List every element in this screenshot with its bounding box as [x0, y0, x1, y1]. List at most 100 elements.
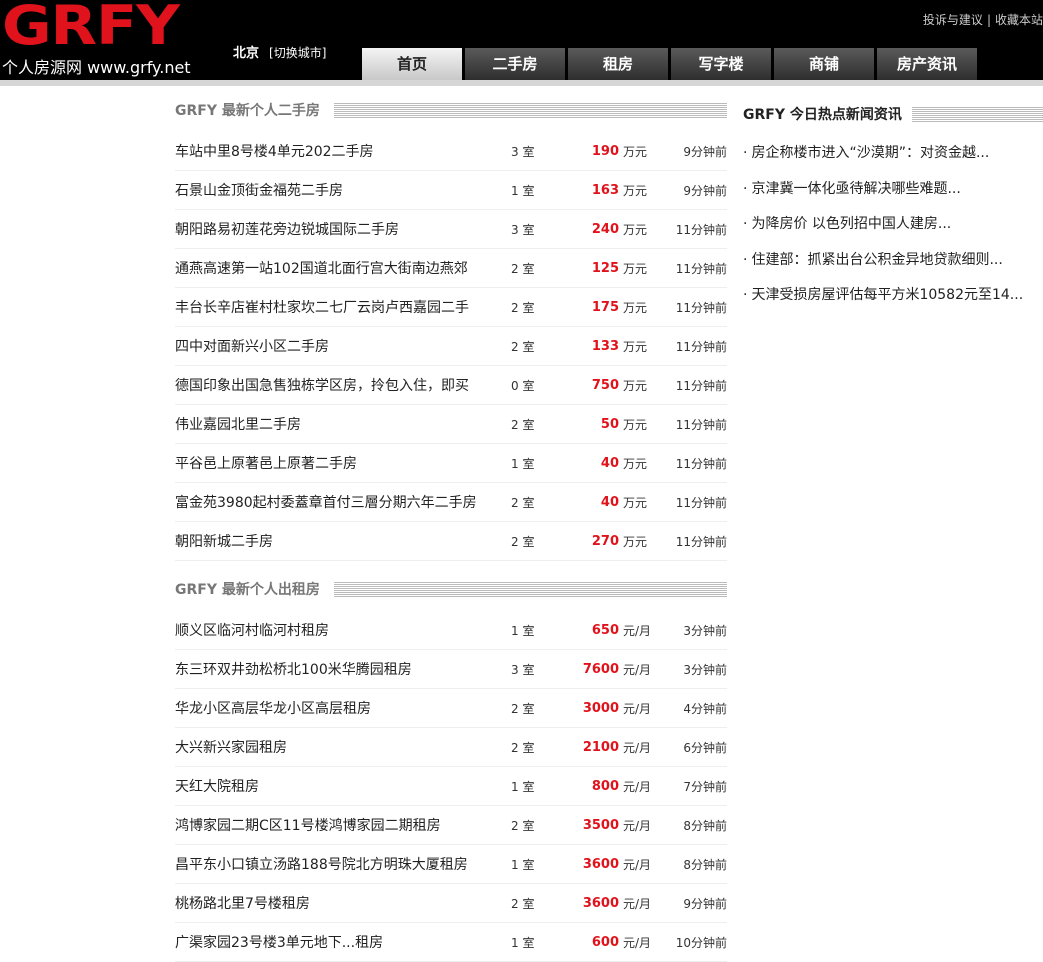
listing-price-unit: 元/月: [623, 896, 652, 911]
listing-row[interactable]: 朝阳新城二手房 2 室 270 万元 11分钟前: [175, 522, 727, 561]
nav-underline: [0, 80, 1043, 86]
news-item[interactable]: · 住建部：抓紧出台公积金异地贷款细则...: [743, 243, 1043, 279]
news-headline[interactable]: 为降房价 以色列招中国人建房...: [751, 216, 951, 232]
listing-row[interactable]: 天红大院租房 1 室 800 元/月 7分钟前: [175, 767, 727, 806]
listing-row[interactable]: 四中对面新兴小区二手房 2 室 133 万元 11分钟前: [175, 327, 727, 366]
news-headline[interactable]: 天津受损房屋评估每平方米10582元至14...: [751, 287, 1023, 303]
switch-city-link[interactable]: [切换城市]: [269, 46, 326, 60]
listing-time: 11分钟前: [675, 300, 727, 315]
listing-row[interactable]: 广渠家园23号楼3单元地下...租房 1 室 600 元/月 10分钟前: [175, 923, 727, 962]
listing-title[interactable]: 大兴新兴家园租房: [175, 737, 495, 757]
listing-row[interactable]: 通燕高速第一站102国道北面行宫大街南边燕郊 2 室 125 万元 11分钟前: [175, 249, 727, 288]
listing-title[interactable]: 广渠家园23号楼3单元地下...租房: [175, 932, 495, 952]
listing-row[interactable]: 昌平东小口镇立汤路188号院北方明珠大厦租房 1 室 3600 元/月 8分钟前: [175, 845, 727, 884]
news-item[interactable]: · 房企称楼市进入“沙漠期”：对资金越...: [743, 136, 1043, 172]
tab-home[interactable]: 首页: [362, 48, 462, 80]
listing-title[interactable]: 桃杨路北里7号楼租房: [175, 893, 495, 913]
listing-row[interactable]: 伟业嘉园北里二手房 2 室 50 万元 11分钟前: [175, 405, 727, 444]
listing-row[interactable]: 德国印象出国急售独栋学区房，拎包入住，即买 0 室 750 万元 11分钟前: [175, 366, 727, 405]
listing-title[interactable]: 华龙小区高层华龙小区高层租房: [175, 698, 495, 718]
listing-row[interactable]: 大兴新兴家园租房 2 室 2100 元/月 6分钟前: [175, 728, 727, 767]
news-item[interactable]: · 为降房价 以色列招中国人建房...: [743, 207, 1043, 243]
listing-title[interactable]: 顺义区临河村临河村租房: [175, 620, 495, 640]
listing-rooms: 1 室: [511, 456, 535, 471]
section-divider: [333, 102, 727, 118]
news-item[interactable]: · 天津受损房屋评估每平方米10582元至14...: [743, 278, 1043, 314]
tab-second-hand[interactable]: 二手房: [465, 48, 565, 80]
listing-row[interactable]: 鸿博家园二期C区11号楼鸿博家园二期租房 2 室 3500 元/月 8分钟前: [175, 806, 727, 845]
listing-title[interactable]: 石景山金顶街金福苑二手房: [175, 180, 495, 200]
tab-shop[interactable]: 商铺: [774, 48, 874, 80]
listing-title[interactable]: 天红大院租房: [175, 776, 495, 796]
listing-title[interactable]: 车站中里8号楼4单元202二手房: [175, 141, 495, 161]
site-header: GRFY 个人房源网 www.grfy.net 北京 [切换城市] 投诉与建议 | 收…: [0, 0, 1043, 80]
listing-row[interactable]: 顺义区临河村临河村租房 1 室 650 元/月 3分钟前: [175, 611, 727, 650]
listing-rooms: 1 室: [511, 623, 535, 638]
rent-list: 顺义区临河村临河村租房 1 室 650 元/月 3分钟前东三环双井劲松桥北100米华腾园…: [175, 611, 727, 962]
listing-price: 800: [591, 778, 619, 794]
listing-row[interactable]: 富金苑3980起村委蓋章首付三層分期六年二手房 2 室 40 万元 11分钟前: [175, 483, 727, 522]
listing-price-unit: 万元: [623, 495, 648, 510]
listing-time: 9分钟前: [683, 896, 727, 911]
news-headline[interactable]: 房企称楼市进入“沙漠期”：对资金越...: [751, 145, 989, 161]
listing-row[interactable]: 车站中里8号楼4单元202二手房 3 室 190 万元 9分钟前: [175, 132, 727, 171]
listing-price: 2100: [582, 739, 619, 755]
listing-price-unit: 元/月: [623, 779, 652, 794]
listing-title[interactable]: 东三环双井劲松桥北100米华腾园租房: [175, 659, 495, 679]
listing-rooms: 3 室: [511, 144, 535, 159]
listing-rooms: 1 室: [511, 857, 535, 872]
news-sidebar: GRFY 今日热点新闻资讯 · 房企称楼市进入“沙漠期”：对资金越... · 京津冀一…: [743, 100, 1043, 314]
listing-row[interactable]: 东三环双井劲松桥北100米华腾园租房 3 室 7600 元/月 3分钟前: [175, 650, 727, 689]
listing-time: 11分钟前: [675, 495, 727, 510]
bullet-icon: ·: [743, 145, 748, 161]
listing-price-unit: 万元: [623, 261, 648, 276]
listing-time: 9分钟前: [683, 144, 727, 159]
city-selector: 北京 [切换城市]: [233, 42, 326, 61]
listing-title[interactable]: 通燕高速第一站102国道北面行宫大街南边燕郊: [175, 258, 495, 278]
listing-time: 11分钟前: [675, 534, 727, 549]
listing-time: 11分钟前: [675, 222, 727, 237]
feedback-link[interactable]: 投诉与建议: [923, 13, 983, 27]
listing-title[interactable]: 丰台长辛店崔村杜家坎二七厂云岗卢西嘉园二手: [175, 297, 495, 317]
site-logo[interactable]: GRFY 个人房源网 www.grfy.net: [0, 0, 200, 80]
news-headline[interactable]: 京津冀一体化亟待解决哪些难题...: [751, 181, 960, 197]
listing-title[interactable]: 朝阳路易初莲花旁边锐城国际二手房: [175, 219, 495, 239]
listing-title[interactable]: 德国印象出国急售独栋学区房，拎包入住，即买: [175, 375, 495, 395]
listing-price-unit: 元/月: [623, 701, 652, 716]
listing-price: 175: [591, 299, 619, 315]
listing-rooms: 2 室: [511, 339, 535, 354]
listing-row[interactable]: 石景山金顶街金福苑二手房 1 室 163 万元 9分钟前: [175, 171, 727, 210]
listing-title[interactable]: 鸿博家园二期C区11号楼鸿博家园二期租房: [175, 815, 495, 835]
listing-price: 650: [591, 622, 619, 638]
listing-title[interactable]: 平谷邑上原著邑上原著二手房: [175, 453, 495, 473]
listing-row[interactable]: 华龙小区高层华龙小区高层租房 2 室 3000 元/月 4分钟前: [175, 689, 727, 728]
tab-office[interactable]: 写字楼: [671, 48, 771, 80]
listing-title[interactable]: 朝阳新城二手房: [175, 531, 495, 551]
listing-row[interactable]: 丰台长辛店崔村杜家坎二七厂云岗卢西嘉园二手 2 室 175 万元 11分钟前: [175, 288, 727, 327]
listing-row[interactable]: 朝阳路易初莲花旁边锐城国际二手房 3 室 240 万元 11分钟前: [175, 210, 727, 249]
listing-title[interactable]: 富金苑3980起村委蓋章首付三層分期六年二手房: [175, 492, 495, 512]
listing-title[interactable]: 昌平东小口镇立汤路188号院北方明珠大厦租房: [175, 854, 495, 874]
listing-price: 240: [591, 221, 619, 237]
listing-price: 163: [591, 182, 619, 198]
listing-time: 11分钟前: [675, 456, 727, 471]
listing-title[interactable]: 伟业嘉园北里二手房: [175, 414, 495, 434]
tab-rent[interactable]: 租房: [568, 48, 668, 80]
listing-rooms: 2 室: [511, 701, 535, 716]
listing-title[interactable]: 四中对面新兴小区二手房: [175, 336, 495, 356]
listing-row[interactable]: 平谷邑上原著邑上原著二手房 1 室 40 万元 11分钟前: [175, 444, 727, 483]
listing-time: 11分钟前: [675, 378, 727, 393]
logo-wordmark: GRFY: [2, 0, 180, 57]
bookmark-link[interactable]: 收藏本站: [995, 13, 1043, 27]
listing-rooms: 1 室: [511, 183, 535, 198]
news-headline[interactable]: 住建部：抓紧出台公积金异地贷款细则...: [751, 252, 1002, 268]
listing-price: 40: [600, 455, 619, 471]
tab-news[interactable]: 房产资讯: [877, 48, 977, 80]
section-divider: [911, 106, 1043, 122]
news-item[interactable]: · 京津冀一体化亟待解决哪些难题...: [743, 172, 1043, 208]
listing-price-unit: 万元: [623, 300, 648, 315]
listing-time: 3分钟前: [683, 623, 727, 638]
bullet-icon: ·: [743, 216, 748, 232]
listing-price: 270: [591, 533, 619, 549]
listing-row[interactable]: 桃杨路北里7号楼租房 2 室 3600 元/月 9分钟前: [175, 884, 727, 923]
